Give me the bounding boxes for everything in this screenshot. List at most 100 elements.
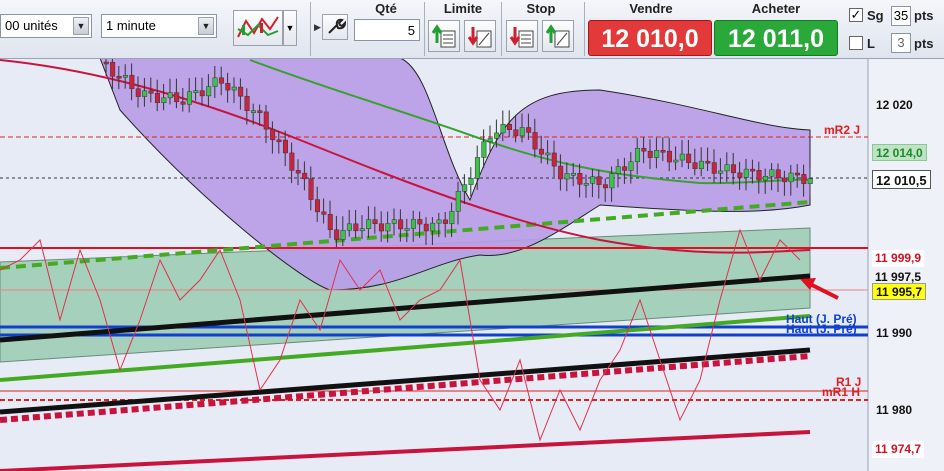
- stop-buy-button[interactable]: [506, 20, 538, 52]
- candle: [788, 172, 794, 183]
- sell-price-button[interactable]: 12 010,0: [588, 20, 712, 56]
- sg-value-input[interactable]: 35: [891, 6, 911, 26]
- candle: [551, 152, 557, 167]
- candle: [250, 110, 256, 113]
- wrench-icon: [328, 18, 347, 34]
- candle: [654, 149, 660, 158]
- candle: [538, 148, 544, 155]
- candle: [481, 141, 487, 158]
- candle: [500, 123, 506, 134]
- quantity-units-combo[interactable]: 00 unités ▼: [0, 14, 92, 38]
- candle: [186, 91, 192, 105]
- label-mr2: mR2 J: [824, 123, 861, 137]
- chevron-down-icon[interactable]: ▼: [73, 17, 89, 35]
- expand-arrow-icon[interactable]: ▶: [314, 22, 321, 33]
- candle: [442, 219, 448, 224]
- candle: [666, 150, 672, 163]
- limit-sell-icon: [467, 27, 492, 48]
- candle: [807, 178, 813, 184]
- limit-buy-icon: [431, 24, 456, 48]
- l-checkbox[interactable]: [849, 36, 863, 50]
- candle: [513, 129, 519, 137]
- l-value-input[interactable]: 3: [891, 33, 911, 53]
- candle: [532, 132, 538, 150]
- candle: [750, 168, 756, 172]
- limit-buy-button[interactable]: [428, 20, 460, 52]
- candle: [455, 191, 461, 212]
- candle: [526, 127, 532, 133]
- candle: [634, 147, 640, 163]
- candle: [711, 162, 717, 174]
- candle: [116, 76, 122, 79]
- price-tag-yellow: 11 995,7: [872, 283, 927, 300]
- candle: [660, 149, 666, 153]
- interval-combo[interactable]: 1 minute ▼: [101, 14, 217, 38]
- chevron-down-icon[interactable]: ▼: [198, 17, 214, 35]
- l-label: L: [867, 36, 875, 51]
- candle: [801, 174, 807, 184]
- indicators-dropdown[interactable]: ▼: [283, 10, 297, 46]
- candle: [609, 173, 615, 189]
- indicators-button[interactable]: [233, 10, 283, 46]
- candle: [174, 92, 180, 103]
- candle: [154, 93, 160, 103]
- candle: [276, 139, 282, 143]
- candle: [673, 159, 679, 163]
- candle: [468, 178, 474, 185]
- interval-value: 1 minute: [106, 18, 156, 33]
- candle: [282, 139, 288, 154]
- candle: [622, 166, 628, 171]
- candle: [423, 223, 429, 232]
- candle: [103, 61, 109, 65]
- sg-checkbox[interactable]: ✓: [849, 8, 863, 22]
- price-tag-bottom: 11 974,7: [872, 441, 925, 458]
- candle: [327, 214, 333, 231]
- candle: [308, 178, 314, 200]
- candle: [289, 152, 295, 171]
- label-mr1: mR1 H: [822, 385, 861, 399]
- quantity-units-value: 00 unités: [5, 18, 58, 33]
- candle: [385, 223, 391, 232]
- limit-sell-button[interactable]: [464, 20, 496, 52]
- candle: [148, 90, 154, 94]
- candle: [225, 83, 231, 91]
- candle: [506, 123, 512, 131]
- candle: [417, 219, 423, 225]
- candle: [430, 222, 436, 232]
- stop-sell-icon: [545, 24, 570, 48]
- limit-label: Limite: [443, 1, 483, 16]
- price-tag-red-line: 11 999,9: [872, 250, 925, 267]
- candle: [782, 177, 788, 183]
- candle: [775, 169, 781, 179]
- candle: [730, 164, 736, 174]
- candle: [545, 152, 551, 156]
- candle: [263, 111, 269, 130]
- label-haut-j2: Haut (J. Pré): [786, 322, 857, 336]
- price-tag-last: 12 010,5: [872, 170, 931, 189]
- stop-sell-button[interactable]: [542, 20, 574, 52]
- settings-button[interactable]: [322, 14, 348, 40]
- qty-label: Qté: [375, 1, 397, 16]
- axis-tick-12020: 12 020: [876, 98, 913, 112]
- candle: [295, 170, 301, 174]
- candle: [743, 168, 749, 178]
- candle: [238, 86, 244, 97]
- candle: [314, 199, 320, 213]
- candle: [398, 219, 404, 230]
- candle: [346, 223, 352, 231]
- candle: [199, 90, 205, 97]
- price-chart[interactable]: [0, 0, 944, 471]
- axis-tick-11980: 11 980: [876, 403, 913, 417]
- qty-input[interactable]: [354, 19, 420, 41]
- candle: [340, 229, 346, 240]
- sg-pts-label: pts: [914, 8, 934, 23]
- candle: [705, 160, 711, 164]
- candle: [615, 166, 621, 174]
- buy-price-button[interactable]: 12 011,0: [714, 20, 838, 56]
- candle: [583, 183, 589, 186]
- candle: [724, 164, 730, 172]
- candle: [410, 219, 416, 229]
- axis-tick-11990: 11 990: [876, 326, 913, 340]
- candle: [494, 132, 500, 139]
- candle: [737, 172, 743, 178]
